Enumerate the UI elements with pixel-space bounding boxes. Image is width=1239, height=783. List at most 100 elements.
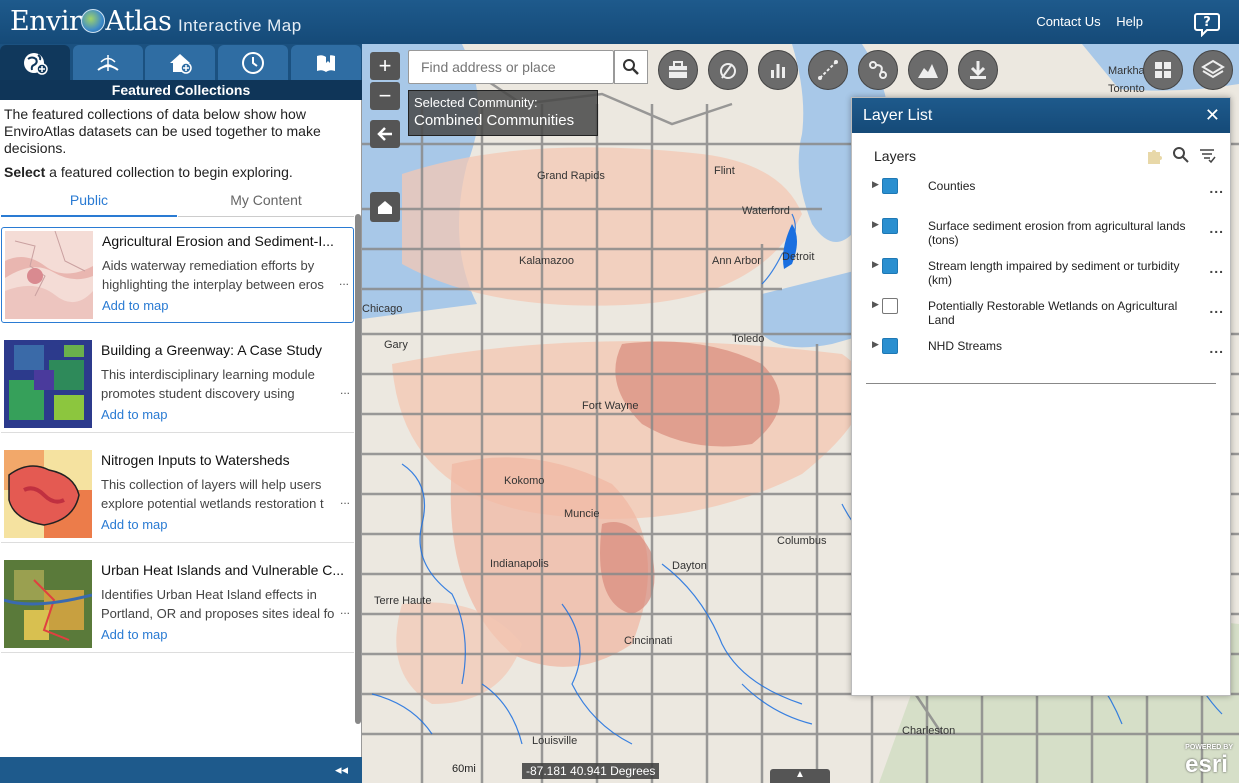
tab-my-content[interactable]: My Content	[178, 191, 354, 217]
toolbox-button[interactable]	[658, 50, 698, 90]
layer-checkbox[interactable]	[882, 338, 898, 354]
collection-card[interactable]: Building a Greenway: A Case Study This i…	[1, 337, 354, 433]
panel-scrollbar[interactable]	[355, 214, 361, 724]
layer-label: NHD Streams	[928, 339, 1003, 353]
featured-collections-panel: Featured Collections The featured collec…	[0, 44, 362, 783]
collection-card[interactable]: Nitrogen Inputs to Watersheds This colle…	[1, 447, 354, 543]
tab-add-data[interactable]	[145, 45, 215, 80]
selected-community-box: Selected Community: Combined Communities	[408, 90, 598, 136]
tab-ecosystem-services[interactable]	[73, 45, 143, 80]
layer-label: Stream length impaired by sediment or tu…	[928, 259, 1180, 287]
layer-list-tools	[1146, 146, 1216, 164]
top-links: Contact Us Help	[1024, 14, 1143, 29]
download-button[interactable]	[958, 50, 998, 90]
search-button[interactable]	[614, 50, 648, 84]
panel-title: Featured Collections	[0, 80, 362, 100]
basemap-gallery-button[interactable]	[1143, 50, 1183, 90]
more-ellipsis[interactable]: ...	[339, 274, 349, 288]
layer-label: Potentially Restorable Wetlands on Agric…	[928, 299, 1178, 327]
more-ellipsis[interactable]: ...	[340, 493, 350, 507]
measure-button[interactable]	[808, 50, 848, 90]
layer-list-button[interactable]	[1193, 50, 1233, 90]
layer-list-panel: Layer List ✕ Layers ▶ Counties ... ▶ Sur…	[851, 97, 1231, 696]
home-button[interactable]	[370, 192, 400, 222]
globe-plus-icon	[24, 52, 48, 75]
more-ellipsis[interactable]: ...	[340, 383, 350, 397]
more-ellipsis[interactable]: ...	[340, 603, 350, 617]
esri-logo: POWERED BY esri	[1185, 744, 1233, 779]
collection-card[interactable]: Urban Heat Islands and Vulnerable C... I…	[1, 557, 354, 653]
layer-options-icon[interactable]: ...	[1209, 180, 1224, 196]
puzzle-icon[interactable]	[1146, 146, 1164, 164]
chart-button[interactable]	[758, 50, 798, 90]
add-to-map-link[interactable]: Add to map	[101, 627, 168, 642]
tab-public[interactable]: Public	[1, 191, 177, 217]
add-to-map-link[interactable]: Add to map	[101, 517, 168, 532]
layer-checkbox[interactable]	[882, 298, 898, 314]
expand-arrow-icon[interactable]: ▶	[872, 259, 879, 270]
search-input[interactable]	[409, 51, 615, 83]
contact-us-link[interactable]: Contact Us	[1036, 14, 1100, 29]
globe-icon	[81, 9, 106, 33]
layer-checkbox[interactable]	[882, 218, 898, 234]
place-label: Kokomo	[504, 475, 544, 487]
collection-title: Nitrogen Inputs to Watersheds	[101, 452, 290, 468]
layer-checkbox[interactable]	[882, 178, 898, 194]
place-label: Toronto	[1108, 83, 1145, 95]
panel-bottom-bar: ◂◂	[0, 757, 362, 783]
scale-bar: 60mi	[452, 763, 476, 775]
home-icon	[378, 201, 392, 214]
trace-button[interactable]	[858, 50, 898, 90]
help-question-icon[interactable]: ?	[1193, 9, 1221, 37]
collapse-panel-icon[interactable]: ◂◂	[335, 762, 348, 778]
place-label: Louisville	[532, 735, 577, 747]
place-label: Toledo	[732, 333, 764, 345]
elevation-profile-button[interactable]	[908, 50, 948, 90]
place-label: Kalamazoo	[519, 255, 574, 267]
tab-featured-collections[interactable]	[0, 45, 70, 80]
place-label: Flint	[714, 165, 735, 177]
layers-icon	[1201, 59, 1225, 79]
search-icon	[623, 59, 639, 75]
expand-arrow-icon[interactable]: ▶	[872, 219, 879, 230]
layer-options-icon[interactable]: ...	[1209, 260, 1224, 276]
expand-arrow-icon[interactable]: ▶	[872, 299, 879, 310]
place-label: Grand Rapids	[537, 170, 605, 182]
layer-label: Surface sediment erosion from agricultur…	[928, 219, 1186, 247]
expand-bottom-panel-button[interactable]: ▲	[770, 769, 830, 783]
tab-bookmarks[interactable]	[291, 45, 361, 80]
layer-options-icon[interactable]: ...	[1209, 220, 1224, 236]
collection-thumbnail	[4, 340, 92, 428]
esri-text: esri	[1185, 751, 1228, 778]
layer-options-icon[interactable]: ...	[1209, 300, 1224, 316]
help-link[interactable]: Help	[1116, 14, 1143, 29]
close-icon[interactable]: ✕	[1205, 98, 1220, 133]
add-to-map-link[interactable]: Add to map	[101, 407, 168, 422]
add-to-map-link[interactable]: Add to map	[102, 298, 169, 313]
esri-powered-by: POWERED BY	[1185, 744, 1233, 751]
home-plus-icon	[170, 53, 192, 74]
place-label: Gary	[384, 339, 408, 351]
tab-history[interactable]	[218, 45, 288, 80]
search-icon[interactable]	[1172, 146, 1190, 164]
search-box	[408, 50, 615, 84]
place-label: Fort Wayne	[582, 400, 638, 412]
zoom-in-button[interactable]: +	[370, 52, 400, 80]
layer-checkbox[interactable]	[882, 258, 898, 274]
place-label: Chicago	[362, 303, 402, 315]
zoom-out-button[interactable]: −	[370, 82, 400, 110]
previous-extent-button[interactable]	[370, 120, 400, 148]
enviroatlas-logo[interactable]: Envir Atlas	[10, 6, 172, 37]
draw-button[interactable]	[708, 50, 748, 90]
plant-globe-icon	[97, 54, 119, 71]
collection-thumbnail	[5, 231, 93, 319]
logo-text-right: Atlas	[105, 6, 172, 37]
expand-arrow-icon[interactable]: ▶	[872, 339, 879, 350]
collection-title: Building a Greenway: A Case Study	[101, 342, 323, 358]
layer-options-icon[interactable]: ...	[1209, 340, 1224, 356]
elevation-profile-icon	[918, 64, 938, 78]
expand-arrow-icon[interactable]: ▶	[872, 179, 879, 190]
layers-label: Layers	[874, 148, 917, 164]
filter-list-icon[interactable]	[1198, 146, 1216, 164]
collection-card[interactable]: Agricultural Erosion and Sediment-I... A…	[1, 227, 354, 323]
